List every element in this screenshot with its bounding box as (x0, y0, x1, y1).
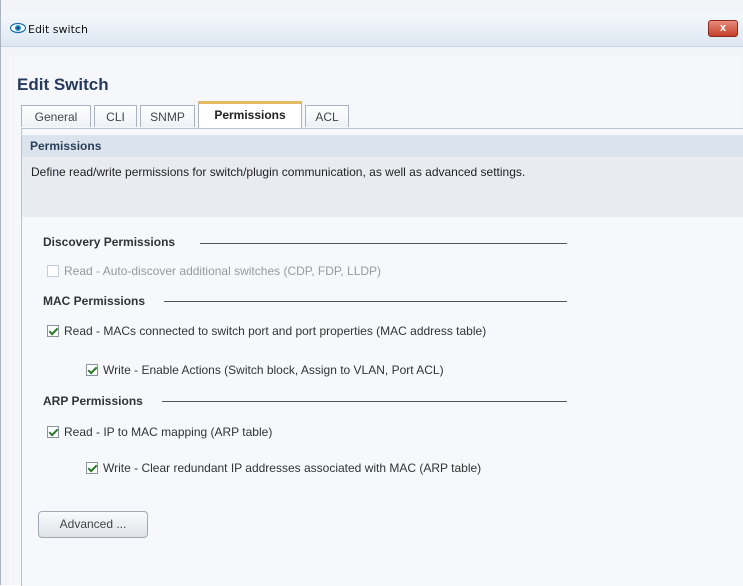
tab-general[interactable]: General (21, 105, 91, 127)
mac-read-checkbox[interactable] (47, 325, 59, 337)
arp-write-option[interactable]: Write - Clear redundant IP addresses ass… (86, 461, 481, 475)
panel-description: Define read/write permissions for switch… (31, 165, 526, 179)
mac-write-checkbox[interactable] (86, 364, 98, 376)
section-divider (164, 301, 567, 302)
mac-write-option[interactable]: Write - Enable Actions (Switch block, As… (86, 363, 444, 377)
tab-snmp[interactable]: SNMP (140, 105, 195, 127)
mac-read-option[interactable]: Read - MACs connected to switch port and… (47, 324, 486, 338)
tab-cli[interactable]: CLI (94, 105, 137, 127)
close-button[interactable]: x (708, 20, 738, 37)
discovery-permissions-title: Discovery Permissions (43, 235, 176, 249)
tab-acl[interactable]: ACL (305, 105, 349, 127)
advanced-button[interactable]: Advanced ... (38, 511, 148, 538)
mac-write-label: Write - Enable Actions (Switch block, As… (103, 363, 444, 377)
title-bar: Edit switch x (1, 14, 743, 47)
discovery-read-label: Read - Auto-discover additional switches… (64, 264, 382, 278)
window-title: Edit switch (28, 23, 88, 36)
arp-permissions-title: ARP Permissions (43, 394, 143, 408)
arp-write-label: Write - Clear redundant IP addresses ass… (103, 461, 482, 475)
section-divider (162, 401, 567, 402)
close-icon: x (719, 22, 727, 34)
panel-description-box: Define read/write permissions for switch… (22, 157, 743, 217)
discovery-read-option[interactable]: Read - Auto-discover additional switches… (47, 264, 381, 278)
panel-header-title: Permissions (30, 139, 102, 153)
arp-read-checkbox[interactable] (47, 426, 59, 438)
arp-read-label: Read - IP to MAC mapping (ARP table) (64, 425, 273, 439)
edit-switch-window: Edit switch x Edit Switch General CLI SN… (0, 0, 743, 586)
mac-permissions-title: MAC Permissions (43, 294, 146, 308)
panel-header: Permissions (22, 135, 743, 157)
eye-icon (9, 22, 27, 34)
mac-read-label: Read - MACs connected to switch port and… (64, 324, 487, 338)
dialog-heading: Edit Switch (17, 75, 109, 94)
section-divider (200, 243, 567, 244)
tab-permissions[interactable]: Permissions (198, 101, 302, 128)
arp-read-option[interactable]: Read - IP to MAC mapping (ARP table) (47, 425, 272, 439)
discovery-read-checkbox[interactable] (47, 265, 59, 277)
arp-write-checkbox[interactable] (86, 462, 98, 474)
